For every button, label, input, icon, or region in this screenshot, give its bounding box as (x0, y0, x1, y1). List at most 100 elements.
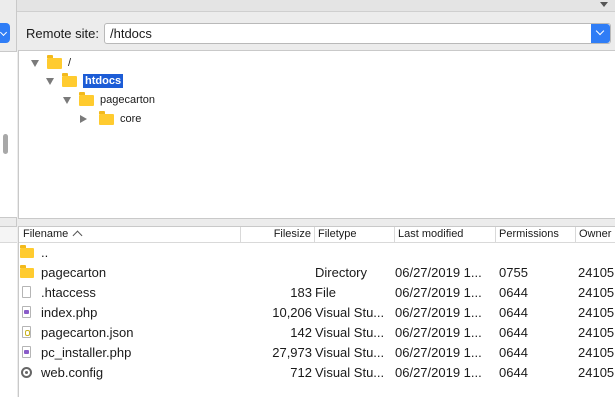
file-name: pc_installer.php (41, 345, 132, 360)
folder-icon (62, 72, 77, 87)
dropdown-arrow-icon[interactable] (600, 2, 608, 7)
file-modified: 06/27/2019 1... (395, 305, 482, 320)
file-row[interactable]: pc_installer.php 27,973 Visual Stu... 06/27… (19, 343, 615, 363)
column-last-modified[interactable]: Last modified (395, 227, 496, 242)
file-row[interactable]: web.config 712 Visual Stu... 06/27/2019 1..… (19, 363, 615, 383)
file-type (315, 243, 393, 263)
remote-site-path[interactable]: /htdocs (110, 26, 152, 41)
tree-node-label: core (120, 113, 142, 125)
local-site-dropdown-button[interactable] (0, 23, 10, 43)
pane-splitter[interactable] (18, 219, 615, 226)
file-name: web.config (41, 365, 104, 380)
column-filename-label: Filename (23, 228, 69, 240)
file-modified (395, 243, 494, 263)
file-type: File (315, 285, 336, 300)
file-list-header: Filename Filesize Filetype Last modified… (19, 227, 615, 243)
file-size (241, 263, 312, 283)
file-modified: 06/27/2019 1... (395, 345, 482, 360)
file-owner (578, 243, 615, 263)
tree-node-root[interactable]: / (31, 54, 71, 72)
file-owner: 24105 (578, 305, 615, 320)
tree-node-pagecarton[interactable]: pagecarton (63, 91, 155, 109)
tree-node-core[interactable]: core (80, 110, 141, 128)
file-size: 27,973 (272, 345, 312, 360)
file-permissions: 0644 (499, 345, 528, 360)
local-tree-pane (0, 51, 17, 218)
local-list-header (0, 227, 17, 243)
file-name: index.php (41, 305, 98, 320)
file-name-cell[interactable]: .htaccess (20, 283, 240, 303)
file-modified: 06/27/2019 1... (395, 365, 482, 380)
expand-triangle-icon[interactable] (63, 96, 71, 104)
file-name-cell[interactable]: index.php (20, 303, 240, 323)
file-permissions: 0644 (499, 325, 528, 340)
collapse-triangle-icon[interactable] (80, 115, 87, 123)
file-name: pagecarton (41, 265, 107, 280)
file-type: Directory (315, 265, 368, 280)
file-type: Visual Stu... (315, 365, 385, 380)
file-type: Visual Stu... (315, 305, 385, 320)
tree-node-label: htdocs (83, 74, 124, 88)
file-name-cell[interactable]: pagecarton (20, 263, 240, 283)
file-size: 712 (290, 365, 312, 380)
file-row[interactable]: .htaccess 183 File 06/27/2019 1... 0644 24105 (19, 283, 615, 303)
file-name-cell[interactable]: .. (20, 243, 240, 263)
file-name: .htaccess (41, 285, 96, 300)
file-size (241, 243, 312, 263)
file-modified: 06/27/2019 1... (395, 285, 482, 300)
file-row[interactable]: .. (19, 243, 615, 263)
tree-node-label: / (68, 57, 72, 69)
top-toolbar-edge (17, 0, 615, 12)
php-file-icon (22, 306, 31, 318)
column-permissions[interactable]: Permissions (496, 227, 576, 242)
remote-file-list: Filename Filesize Filetype Last modified… (18, 226, 615, 397)
file-modified: 06/27/2019 1... (395, 265, 482, 280)
column-owner[interactable]: Owner (576, 227, 615, 242)
folder-icon (47, 54, 62, 69)
column-filename[interactable]: Filename (19, 227, 241, 242)
expand-triangle-icon[interactable] (31, 59, 39, 67)
remote-site-dropdown-button[interactable] (591, 24, 610, 43)
tree-node-label: pagecarton (100, 94, 156, 106)
column-filesize[interactable]: Filesize (241, 227, 315, 242)
remote-site-input[interactable]: /htdocs (104, 23, 611, 44)
file-owner: 24105 (578, 325, 615, 340)
file-permissions: 0755 (499, 265, 528, 280)
file-permissions: 0644 (499, 285, 528, 300)
folder-icon (99, 110, 114, 125)
file-size: 10,206 (272, 305, 312, 320)
php-file-icon (22, 346, 31, 358)
folder-icon (20, 245, 34, 258)
file-modified: 06/27/2019 1... (395, 325, 482, 340)
file-owner: 24105 (578, 365, 615, 380)
file-owner: 24105 (578, 265, 615, 280)
expand-triangle-icon[interactable] (46, 77, 54, 85)
file-type: Visual Stu... (315, 325, 385, 340)
file-permissions: 0644 (499, 305, 528, 320)
file-name-cell[interactable]: web.config (20, 363, 240, 383)
document-icon (22, 286, 31, 298)
tree-node-htdocs[interactable]: htdocs (46, 72, 124, 90)
local-tree-scrollbar[interactable] (3, 134, 8, 154)
gear-icon (21, 367, 32, 378)
file-row[interactable]: pagecarton.json 142 Visual Stu... 06/27/201… (19, 323, 615, 343)
file-name: pagecarton.json (41, 325, 134, 340)
local-pane-edge (0, 0, 17, 397)
remote-directory-tree: / htdocs pagecarton core (18, 50, 615, 219)
file-permissions (499, 243, 575, 263)
file-size: 142 (290, 325, 312, 340)
file-name-cell[interactable]: pagecarton.json (20, 323, 240, 343)
file-type: Visual Stu... (315, 345, 385, 360)
json-file-icon (22, 326, 31, 338)
column-filetype[interactable]: Filetype (315, 227, 395, 242)
file-name: .. (41, 245, 49, 260)
file-row[interactable]: pagecarton Directory 06/27/2019 1... 0755 24… (19, 263, 615, 283)
remote-site-label: Remote site: (26, 26, 99, 41)
file-row[interactable]: index.php 10,206 Visual Stu... 06/27/2019 1… (19, 303, 615, 323)
file-size: 183 (290, 285, 312, 300)
file-name-cell[interactable]: pc_installer.php (20, 343, 240, 363)
file-owner: 24105 (578, 285, 615, 300)
file-permissions: 0644 (499, 365, 528, 380)
sort-ascending-icon (72, 230, 83, 241)
folder-icon (20, 265, 34, 278)
